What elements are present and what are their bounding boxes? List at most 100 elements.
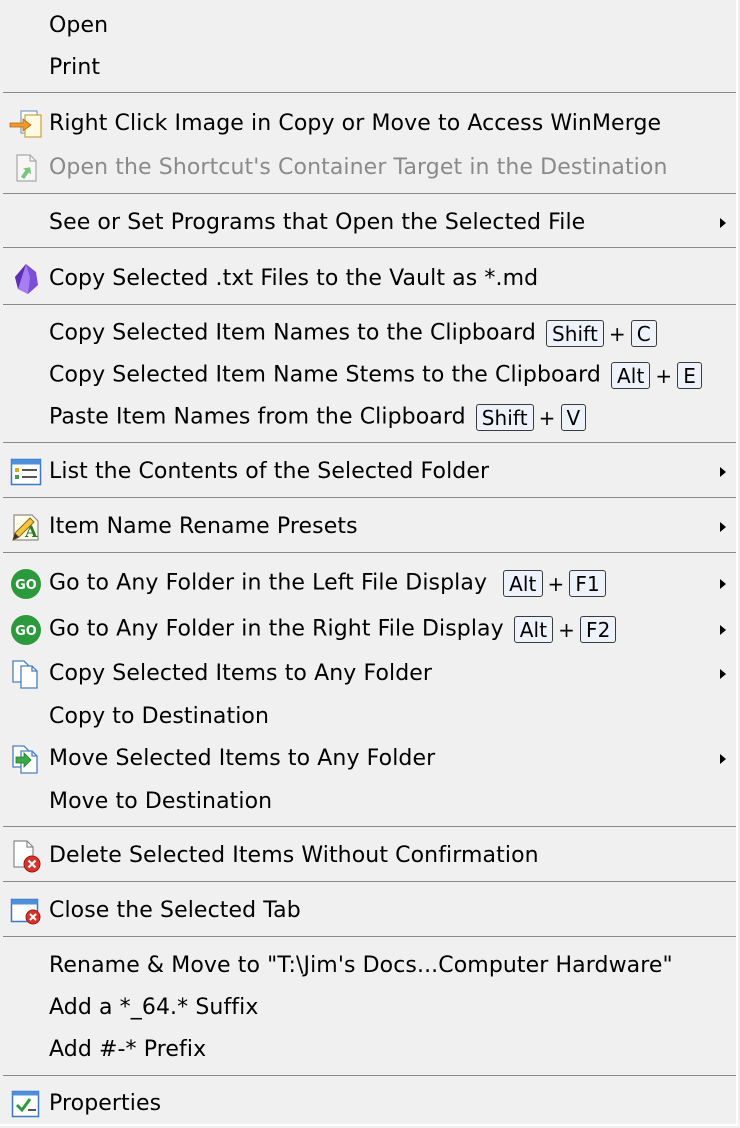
menu-item-label: Close the Selected Tab (49, 898, 301, 923)
menu-item-label: Item Name Rename Presets (49, 514, 358, 539)
menu-item-goto-right[interactable]: GO Go to Any Folder in the Right File Di… (0, 610, 738, 650)
copy-documents-icon (9, 657, 43, 691)
winmerge-arrow-icon (9, 107, 43, 141)
menu-separator (3, 442, 736, 443)
shortcut-keys: Shift + C (545, 319, 657, 347)
delete-file-icon (9, 839, 43, 873)
menu-item-label: Print (49, 55, 101, 80)
menu-item-text: Go to Any Folder in the Left File Displa… (49, 570, 488, 596)
menu-separator (3, 552, 736, 553)
menu-item-list-contents[interactable]: List the Contents of the Selected Folder (0, 452, 738, 492)
go-icon-text: GO (15, 624, 37, 639)
menu-item-copy-destination[interactable]: Copy to Destination (0, 697, 738, 737)
menu-item-copy-any[interactable]: Copy Selected Items to Any Folder (0, 654, 738, 694)
menu-item-label: Copy to Destination (49, 704, 270, 729)
go-icon-text: GO (15, 578, 37, 593)
submenu-arrow-icon (720, 522, 726, 532)
menu-separator (3, 92, 736, 93)
menu-item-label: Right Click Image in Copy or Move to Acc… (49, 111, 662, 136)
submenu-arrow-icon (720, 579, 726, 589)
folder-list-icon (9, 455, 43, 489)
key-alt: Alt (513, 615, 554, 643)
menu-item-label: Go to Any Folder in the Left File Displa… (49, 569, 606, 597)
plus-sign: + (608, 321, 626, 346)
menu-item-label: List the Contents of the Selected Folder (49, 459, 490, 484)
key-c: C (630, 319, 657, 347)
menu-item-text: Copy Selected Item Name Stems to the Cli… (49, 362, 601, 388)
menu-item-label: Open (49, 13, 109, 38)
menu-item-open[interactable]: Open (0, 6, 738, 46)
menu-separator (3, 193, 736, 194)
menu-item-label: Move Selected Items to Any Folder (49, 746, 436, 771)
menu-separator (3, 1075, 736, 1076)
menu-item-see-programs[interactable]: See or Set Programs that Open the Select… (0, 203, 738, 243)
menu-item-rename-presets[interactable]: A Item Name Rename Presets (0, 507, 738, 547)
menu-item-label: Add #-* Prefix (49, 1037, 207, 1062)
menu-item-paste-names[interactable]: Paste Item Names from the Clipboard Shift… (0, 398, 738, 438)
menu-item-close-tab[interactable]: Close the Selected Tab (0, 891, 738, 931)
menu-item-label: Properties (49, 1091, 162, 1116)
key-v: V (560, 403, 587, 431)
menu-item-text: Paste Item Names from the Clipboard (49, 404, 466, 430)
go-icon: GO (9, 567, 43, 601)
key-shift: Shift (545, 319, 604, 347)
properties-check-icon (9, 1087, 43, 1121)
menu-item-open-shortcut-target[interactable]: Open the Shortcut's Container Target in … (0, 148, 738, 188)
menu-separator (3, 826, 736, 827)
menu-item-label: Paste Item Names from the Clipboard Shift… (49, 403, 587, 431)
menu-separator (3, 247, 736, 248)
menu-item-move-any[interactable]: Move Selected Items to Any Folder (0, 739, 738, 779)
submenu-arrow-icon (720, 467, 726, 477)
submenu-arrow-icon (720, 625, 726, 635)
menu-item-label: Add a *_64.* Suffix (49, 995, 259, 1020)
menu-item-label: Copy Selected Items to Any Folder (49, 661, 433, 686)
menu-item-copy-names[interactable]: Copy Selected Item Names to the Clipboar… (0, 314, 738, 354)
move-documents-icon (9, 742, 43, 776)
rename-pencil-icon: A (9, 510, 43, 544)
menu-item-label: Delete Selected Items Without Confirmati… (49, 843, 539, 868)
key-shift: Shift (475, 403, 534, 431)
menu-item-print[interactable]: Print (0, 48, 738, 88)
menu-separator (3, 497, 736, 498)
menu-item-label: Copy Selected .txt Files to the Vault as… (49, 266, 539, 291)
menu-separator (3, 936, 736, 937)
menu-item-label: Move to Destination (49, 789, 273, 814)
shortcut-keys: Alt + F1 (503, 569, 606, 597)
plus-sign: + (538, 405, 556, 430)
menu-item-goto-left[interactable]: GO Go to Any Folder in the Left File Dis… (0, 564, 738, 604)
plus-sign: + (558, 617, 575, 642)
key-f1: F1 (569, 569, 606, 597)
menu-item-delete-no-confirm[interactable]: Delete Selected Items Without Confirmati… (0, 836, 738, 876)
go-icon: GO (9, 613, 43, 647)
key-f2: F2 (580, 615, 617, 643)
menu-item-label: Rename & Move to "T:\Jim's Docs...Comput… (49, 953, 673, 978)
menu-item-winmerge[interactable]: Right Click Image in Copy or Move to Acc… (0, 104, 738, 144)
menu-item-properties[interactable]: Properties (0, 1084, 738, 1124)
menu-item-label: Go to Any Folder in the Right File Displ… (49, 615, 617, 643)
key-alt: Alt (503, 569, 543, 597)
shortcut-keys: Alt + E (611, 361, 702, 389)
shortcut-keys: Shift + V (475, 403, 587, 431)
menu-separator (3, 881, 736, 882)
submenu-arrow-icon (720, 669, 726, 679)
menu-item-add-suffix[interactable]: Add a *_64.* Suffix (0, 988, 738, 1028)
shortcut-file-icon (9, 151, 43, 185)
menu-item-label: Copy Selected Item Names to the Clipboar… (49, 319, 657, 347)
menu-item-label: Copy Selected Item Name Stems to the Cli… (49, 361, 702, 389)
menu-item-add-prefix[interactable]: Add #-* Prefix (0, 1030, 738, 1070)
submenu-arrow-icon (720, 754, 726, 764)
menu-item-copy-stems[interactable]: Copy Selected Item Name Stems to the Cli… (0, 356, 738, 396)
plus-sign: + (547, 571, 565, 596)
key-e: E (677, 361, 702, 389)
key-alt: Alt (611, 361, 651, 389)
submenu-arrow-icon (720, 218, 726, 228)
context-menu: Open Print Right Click Image in Copy or … (0, 0, 738, 1126)
menu-item-label: See or Set Programs that Open the Select… (49, 210, 586, 235)
plus-sign: + (655, 363, 673, 388)
menu-item-label: Open the Shortcut's Container Target in … (49, 155, 668, 180)
menu-item-rename-move[interactable]: Rename & Move to "T:\Jim's Docs...Comput… (0, 946, 738, 986)
menu-item-move-destination[interactable]: Move to Destination (0, 782, 738, 822)
menu-item-copy-txt-vault[interactable]: Copy Selected .txt Files to the Vault as… (0, 259, 738, 299)
obsidian-crystal-icon (9, 262, 43, 296)
menu-separator (3, 304, 736, 305)
